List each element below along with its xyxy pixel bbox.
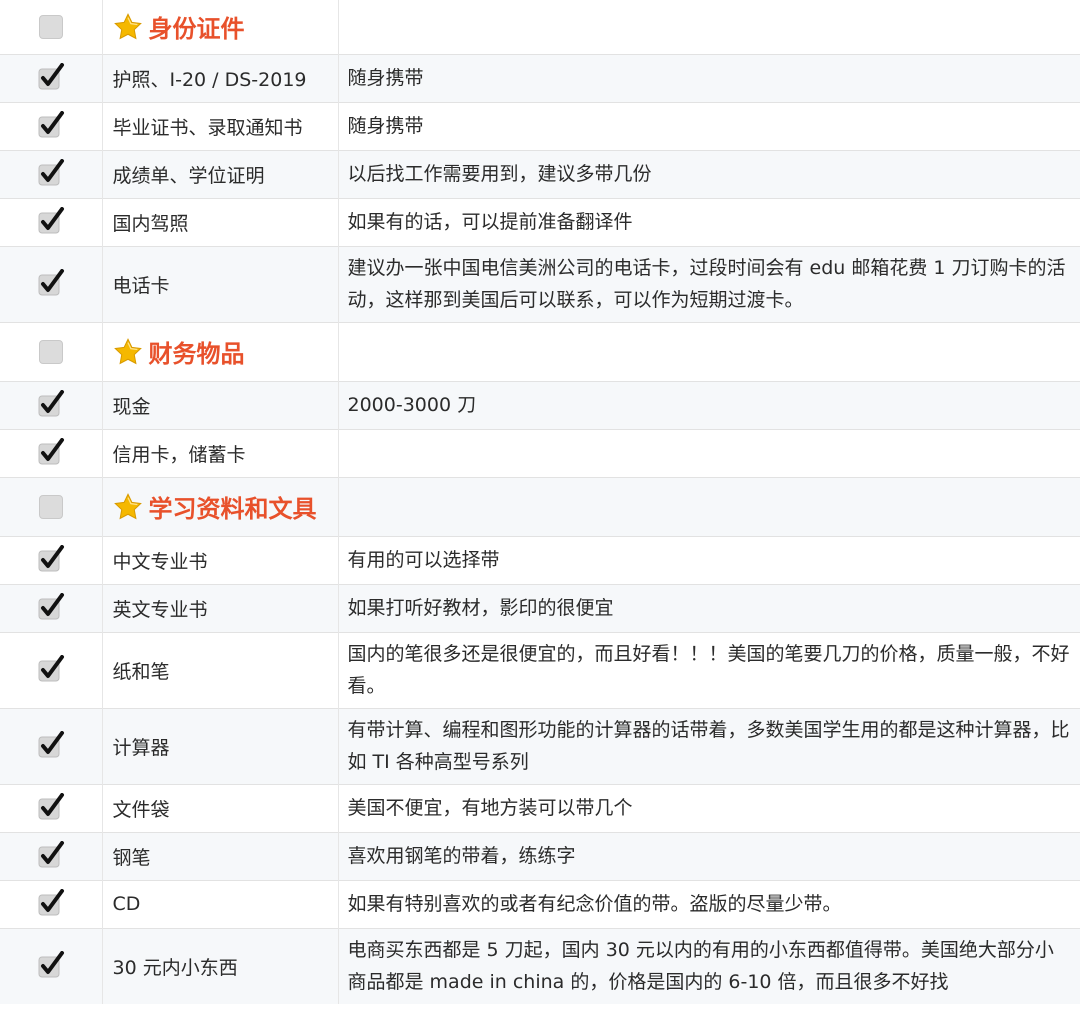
- item-note: 如果打听好教材，影印的很便宜: [338, 583, 1080, 632]
- list-item: 现金 2000-3000 刀: [0, 380, 1080, 429]
- list-item: 毕业证书、录取通知书 随身携带: [0, 101, 1080, 150]
- section-row: 财务物品: [0, 321, 1080, 381]
- item-note: 随身携带: [338, 101, 1080, 150]
- item-note: 有带计算、编程和图形功能的计算器的话带着，多数美国学生用的都是这种计算器，比如 …: [338, 707, 1080, 784]
- checkmark-icon[interactable]: [36, 731, 66, 761]
- item-note: 建议办一张中国电信美洲公司的电话卡，过段时间会有 edu 邮箱花费 1 刀订购卡…: [338, 245, 1080, 322]
- checkmark-icon[interactable]: [36, 951, 66, 981]
- item-name: 信用卡，储蓄卡: [102, 428, 339, 477]
- checkmark-icon[interactable]: [36, 545, 66, 575]
- item-note: 电商买东西都是 5 刀起，国内 30 元以内的有用的小东西都值得带。美国绝大部分…: [338, 927, 1080, 1004]
- checkmark-icon[interactable]: [36, 793, 66, 823]
- item-note: 美国不便宜，有地方装可以带几个: [338, 783, 1080, 832]
- list-item: 钢笔 喜欢用钢笔的带着，练练字: [0, 831, 1080, 880]
- list-item: 文件袋 美国不便宜，有地方装可以带几个: [0, 783, 1080, 832]
- checkmark-icon[interactable]: [36, 111, 66, 141]
- section-row: 身份证件: [0, 0, 1080, 54]
- list-item: 英文专业书 如果打听好教材，影印的很便宜: [0, 583, 1080, 632]
- item-note: 随身携带: [338, 53, 1080, 102]
- item-name: 中文专业书: [102, 535, 339, 584]
- checkmark-icon[interactable]: [36, 593, 66, 623]
- list-item: 成绩单、学位证明 以后找工作需要用到，建议多带几份: [0, 149, 1080, 198]
- list-item: 纸和笔 国内的笔很多还是很便宜的，而且好看！！！美国的笔要几刀的价格，质量一般，…: [0, 631, 1080, 708]
- item-name: 英文专业书: [102, 583, 339, 632]
- list-item: CD 如果有特别喜欢的或者有纪念价值的带。盗版的尽量少带。: [0, 879, 1080, 928]
- list-item: 电话卡 建议办一张中国电信美洲公司的电话卡，过段时间会有 edu 邮箱花费 1 …: [0, 245, 1080, 322]
- item-name: 现金: [102, 380, 339, 429]
- list-item: 中文专业书 有用的可以选择带: [0, 535, 1080, 584]
- checkbox-empty-icon[interactable]: [38, 14, 63, 39]
- section-row: 学习资料和文具: [0, 476, 1080, 536]
- item-name: 30 元内小东西: [102, 927, 339, 1004]
- item-name: 毕业证书、录取通知书: [102, 101, 339, 150]
- checkmark-icon[interactable]: [36, 438, 66, 468]
- list-item: 信用卡，储蓄卡: [0, 428, 1080, 477]
- item-name: 国内驾照: [102, 197, 339, 246]
- item-name: 成绩单、学位证明: [102, 149, 339, 198]
- checkmark-icon[interactable]: [36, 841, 66, 871]
- item-note: 2000-3000 刀: [338, 380, 1080, 429]
- item-name: 电话卡: [102, 245, 339, 322]
- item-note: [338, 428, 1080, 477]
- item-name: 钢笔: [102, 831, 339, 880]
- section-title: 财务物品: [148, 340, 245, 368]
- item-name: 计算器: [102, 707, 339, 784]
- checkmark-icon[interactable]: [36, 63, 66, 93]
- section-title: 学习资料和文具: [148, 495, 317, 523]
- list-item: 护照、I-20 / DS-2019 随身携带: [0, 53, 1080, 102]
- packing-checklist-table: 身份证件 护照、I-20 / DS-2019 随身携带 毕业证书、录取通知书 随…: [0, 0, 1080, 1004]
- item-note: 国内的笔很多还是很便宜的，而且好看！！！美国的笔要几刀的价格，质量一般，不好看。: [338, 631, 1080, 708]
- checkmark-icon[interactable]: [36, 655, 66, 685]
- item-name: 文件袋: [102, 783, 339, 832]
- item-name: CD: [102, 879, 339, 928]
- item-note: 如果有的话，可以提前准备翻译件: [338, 197, 1080, 246]
- section-title: 身份证件: [148, 15, 245, 44]
- item-note: 以后找工作需要用到，建议多带几份: [338, 149, 1080, 198]
- checkbox-empty-icon[interactable]: [38, 494, 63, 519]
- checkbox-empty-icon[interactable]: [38, 339, 63, 364]
- checkmark-icon[interactable]: [36, 390, 66, 420]
- item-note: 喜欢用钢笔的带着，练练字: [338, 831, 1080, 880]
- item-name: 护照、I-20 / DS-2019: [102, 53, 339, 102]
- item-note: 如果有特别喜欢的或者有纪念价值的带。盗版的尽量少带。: [338, 879, 1080, 928]
- star-icon: [113, 12, 143, 42]
- checkmark-icon[interactable]: [36, 159, 66, 189]
- list-item: 30 元内小东西 电商买东西都是 5 刀起，国内 30 元以内的有用的小东西都值…: [0, 927, 1080, 1004]
- checkmark-icon[interactable]: [36, 889, 66, 919]
- checkmark-icon[interactable]: [36, 207, 66, 237]
- list-item: 计算器 有带计算、编程和图形功能的计算器的话带着，多数美国学生用的都是这种计算器…: [0, 707, 1080, 784]
- item-note: 有用的可以选择带: [338, 535, 1080, 584]
- star-icon: [113, 492, 143, 522]
- list-item: 国内驾照 如果有的话，可以提前准备翻译件: [0, 197, 1080, 246]
- star-icon: [113, 337, 143, 367]
- item-name: 纸和笔: [102, 631, 339, 708]
- checkmark-icon[interactable]: [36, 269, 66, 299]
